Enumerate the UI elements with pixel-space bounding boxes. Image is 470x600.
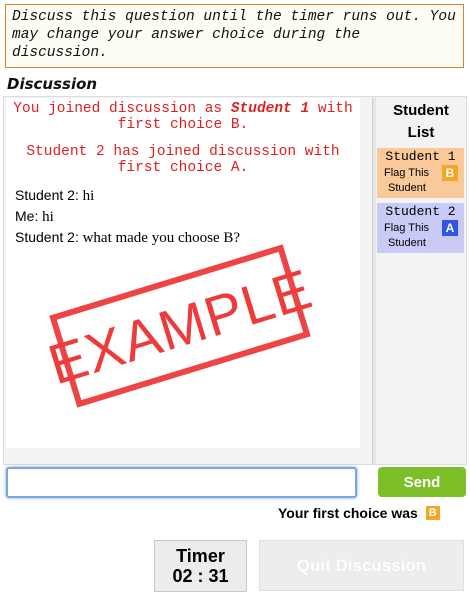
message-text: hi (78, 188, 95, 204)
chat-message: Student 2: what made you choose B? (15, 227, 360, 248)
message-text: what made you choose B? (78, 230, 241, 246)
student-card-2: Student 2 Flag This A Student (377, 203, 464, 253)
discussion-title: Discussion (7, 75, 98, 93)
student-list-title-line2: List (407, 124, 435, 141)
system-message-joined: You joined discussion as Student 1 with … (6, 101, 360, 133)
first-choice-badge: B (425, 506, 440, 520)
flag-student-link[interactable]: Flag This (384, 222, 429, 234)
timer-value: 02 : 31 (172, 566, 229, 586)
message-author: Me: (15, 208, 39, 224)
flag-student-link[interactable]: Flag This (384, 167, 429, 179)
student-role: Student (388, 237, 426, 249)
message-text: hi (38, 209, 54, 225)
system-message-student2-joined: Student 2 has joined discussion with fir… (26, 144, 340, 176)
instructions-box: Discuss this question until the timer ru… (5, 4, 464, 68)
message-list: Student 2: hi Me: hi Student 2: what mad… (6, 185, 360, 248)
timer: Timer 02 : 31 (154, 540, 247, 592)
first-choice-indicator: Your first choice was B (278, 505, 442, 521)
student-name: Student 2 (385, 204, 456, 219)
message-input[interactable] (6, 467, 357, 498)
sidebar-divider (372, 98, 376, 464)
send-button[interactable]: Send (378, 467, 466, 497)
student-list-title-line1: Student (393, 102, 449, 119)
choice-badge: B (442, 165, 458, 181)
student-role: Student (388, 182, 426, 194)
first-choice-label: Your first choice was (278, 505, 418, 521)
message-author: Student 2: (15, 187, 79, 203)
chat-message: Student 2: hi (15, 185, 360, 206)
student-card-1: Student 1 Flag This B Student (377, 148, 464, 198)
message-author: Student 2: (15, 229, 79, 245)
timer-label: Timer (176, 546, 225, 566)
student-list-title: Student List (377, 100, 465, 144)
quit-discussion-button[interactable]: Quit Discussion (259, 540, 464, 591)
student-name: Student 1 (385, 149, 456, 164)
choice-badge: A (442, 220, 458, 236)
instructions-text: Discuss this question until the timer ru… (12, 9, 456, 61)
chat-message: Me: hi (15, 206, 360, 227)
system-message-prefix: You joined discussion as (13, 101, 231, 117)
student-identity: Student 1 (230, 101, 310, 117)
